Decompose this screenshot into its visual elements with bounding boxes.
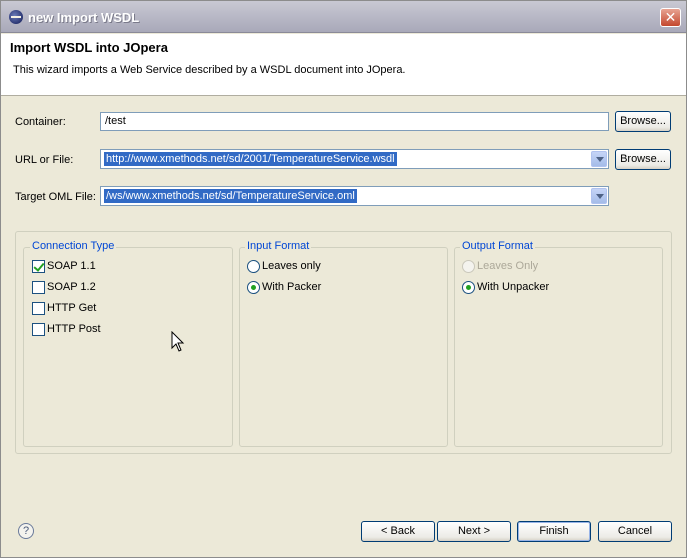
chevron-down-icon[interactable] (591, 151, 607, 167)
chevron-down-icon[interactable] (591, 188, 607, 204)
next-button[interactable]: Next > (437, 521, 511, 542)
url-label: URL or File: (15, 154, 74, 166)
output-leaves-only-radio (462, 260, 475, 273)
url-combo[interactable]: http://www.xmethods.net/sd/2001/Temperat… (100, 149, 609, 169)
wizard-header: Import WSDL into JOpera This wizard impo… (1, 34, 686, 96)
input-format-group (239, 247, 448, 447)
input-format-title: Input Format (245, 240, 312, 252)
leaves-only-radio[interactable] (247, 260, 260, 273)
output-format-title: Output Format (460, 240, 535, 252)
target-value: /ws/www.xmethods.net/sd/TemperatureServi… (104, 189, 357, 203)
page-description: This wizard imports a Web Service descri… (13, 64, 406, 76)
url-value: http://www.xmethods.net/sd/2001/Temperat… (104, 152, 397, 166)
connection-type-group (23, 247, 233, 447)
target-combo[interactable]: /ws/www.xmethods.net/sd/TemperatureServi… (100, 186, 609, 206)
soap12-checkbox[interactable] (32, 281, 45, 294)
container-browse-button[interactable]: Browse... (615, 111, 671, 132)
close-button[interactable]: ✕ (660, 8, 681, 27)
container-input[interactable]: /test (100, 112, 609, 131)
connection-type-title: Connection Type (30, 240, 117, 252)
output-leaves-only-label: Leaves Only (477, 260, 539, 272)
soap11-checkbox[interactable] (32, 260, 45, 273)
with-packer-radio[interactable] (247, 281, 260, 294)
http-post-label[interactable]: HTTP Post (47, 323, 101, 335)
url-browse-button[interactable]: Browse... (615, 149, 671, 170)
http-get-checkbox[interactable] (32, 302, 45, 315)
target-label: Target OML File: (15, 191, 96, 203)
with-packer-label[interactable]: With Packer (262, 281, 321, 293)
title-bar[interactable]: new Import WSDL ✕ (1, 1, 686, 33)
mouse-pointer-icon (171, 331, 185, 352)
window-title: new Import WSDL (28, 10, 140, 25)
output-format-group (454, 247, 663, 447)
cancel-button[interactable]: Cancel (598, 521, 672, 542)
page-title: Import WSDL into JOpera (10, 40, 168, 55)
container-label: Container: (15, 116, 66, 128)
with-unpacker-radio[interactable] (462, 281, 475, 294)
soap12-label[interactable]: SOAP 1.2 (47, 281, 96, 293)
http-post-checkbox[interactable] (32, 323, 45, 336)
soap11-label[interactable]: SOAP 1.1 (47, 260, 96, 272)
help-icon[interactable]: ? (18, 523, 34, 539)
with-unpacker-label[interactable]: With Unpacker (477, 281, 549, 293)
leaves-only-label[interactable]: Leaves only (262, 260, 321, 272)
back-button[interactable]: < Back (361, 521, 435, 542)
finish-button[interactable]: Finish (517, 521, 591, 542)
eclipse-icon (9, 10, 23, 24)
http-get-label[interactable]: HTTP Get (47, 302, 96, 314)
import-wsdl-dialog: new Import WSDL ✕ Import WSDL into JOper… (0, 0, 687, 558)
